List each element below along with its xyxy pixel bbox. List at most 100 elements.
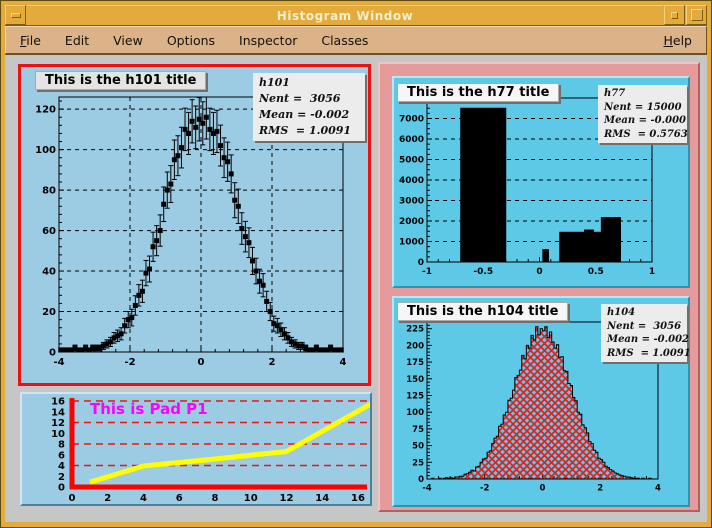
h101-stats-rms: RMS = 1.0091 <box>259 123 359 139</box>
svg-text:7000: 7000 <box>399 115 424 125</box>
svg-text:6: 6 <box>58 450 65 461</box>
pad-h104[interactable]: -4 -2 0 2 4 0 25 50 75 100 125 150 175 200 225 This is… <box>392 296 690 507</box>
svg-text:2000: 2000 <box>399 217 424 227</box>
svg-text:8: 8 <box>212 493 219 504</box>
svg-text:4: 4 <box>58 461 65 472</box>
svg-text:80: 80 <box>42 186 56 197</box>
pad-right-container[interactable]: -1-0.500.5101000200030004000500060007000… <box>378 62 700 512</box>
p1-title: This is Pad P1 <box>90 400 208 418</box>
menubar: File Edit View Options Inspector Classes… <box>5 26 707 54</box>
h77-stats-box[interactable]: h77 Nent = 15000 Mean = -0.000 RMS = 0.5… <box>598 85 687 143</box>
svg-text:14: 14 <box>51 407 65 418</box>
svg-text:0: 0 <box>540 484 546 494</box>
svg-text:60: 60 <box>42 226 56 237</box>
svg-text:10: 10 <box>51 429 65 440</box>
svg-text:4: 4 <box>340 357 347 368</box>
histogram-window: Histogram Window File Edit View Options … <box>0 0 712 528</box>
h101-stats-nent: Nent = 3056 <box>259 91 359 107</box>
svg-text:0: 0 <box>58 483 65 494</box>
svg-text:25: 25 <box>412 458 424 468</box>
svg-text:5000: 5000 <box>399 156 424 166</box>
svg-text:4000: 4000 <box>399 176 424 186</box>
maximize-icon <box>691 9 703 21</box>
svg-text:4: 4 <box>140 493 147 504</box>
minimize-button[interactable] <box>664 5 685 25</box>
menu-item-file[interactable]: File <box>20 33 41 48</box>
svg-text:225: 225 <box>406 325 424 335</box>
menu-item-view[interactable]: View <box>113 33 143 48</box>
svg-text:8: 8 <box>58 440 65 451</box>
svg-text:50: 50 <box>412 442 424 452</box>
svg-text:0: 0 <box>198 357 205 368</box>
pad-h77[interactable]: -1-0.500.5101000200030004000500060007000… <box>392 76 690 288</box>
svg-text:120: 120 <box>35 105 56 116</box>
svg-text:0: 0 <box>418 475 424 485</box>
svg-text:16: 16 <box>51 397 65 408</box>
svg-text:40: 40 <box>42 267 56 278</box>
svg-text:125: 125 <box>406 391 424 401</box>
window-menu-icon <box>11 13 21 18</box>
svg-text:75: 75 <box>412 425 424 435</box>
svg-text:0.5: 0.5 <box>588 267 604 277</box>
svg-text:1: 1 <box>649 267 655 277</box>
h101-stats-mean: Mean = -0.002 <box>259 107 359 123</box>
h77-stats-name: h77 <box>604 87 681 101</box>
svg-text:2: 2 <box>269 357 276 368</box>
svg-text:16: 16 <box>351 493 365 504</box>
menu-item-help[interactable]: Help <box>663 33 692 48</box>
h77-stats-rms: RMS = 0.5763 <box>604 128 681 142</box>
svg-text:1000: 1000 <box>399 238 424 248</box>
svg-text:12: 12 <box>51 418 65 429</box>
h77-title[interactable]: This is the h77 title <box>397 83 559 102</box>
h101-stats-name: h101 <box>259 75 359 91</box>
h104-stats-name: h104 <box>607 306 681 320</box>
svg-text:2: 2 <box>597 484 603 494</box>
svg-text:-4: -4 <box>422 484 432 494</box>
svg-text:150: 150 <box>406 375 424 385</box>
titlebar: Histogram Window <box>5 5 707 26</box>
svg-text:100: 100 <box>406 408 424 418</box>
h77-stats-nent: Nent = 15000 <box>604 101 681 115</box>
svg-text:100: 100 <box>35 145 56 156</box>
svg-text:0: 0 <box>69 493 76 504</box>
window-menu-button[interactable] <box>5 5 26 25</box>
svg-text:12: 12 <box>280 493 294 504</box>
window-title: Histogram Window <box>27 5 663 25</box>
svg-text:-2: -2 <box>480 484 490 494</box>
pad-h101[interactable]: -4-2024020406080100120 This is the h101 … <box>18 64 371 386</box>
h77-stats-mean: Mean = -0.000 <box>604 114 681 128</box>
svg-text:200: 200 <box>406 341 424 351</box>
svg-text:-2: -2 <box>124 357 135 368</box>
svg-text:0: 0 <box>49 348 56 359</box>
menu-item-classes[interactable]: Classes <box>321 33 368 48</box>
svg-text:6000: 6000 <box>399 135 424 145</box>
svg-text:0: 0 <box>418 258 424 268</box>
h104-stats-box[interactable]: h104 Nent = 3056 Mean = -0.002 RMS = 1.0… <box>601 304 687 362</box>
h104-stats-nent: Nent = 3056 <box>607 320 681 334</box>
h101-title[interactable]: This is the h101 title <box>35 71 206 90</box>
pad-p1[interactable]: 02468101214160246810121416 This is Pad P… <box>20 392 372 506</box>
h77-series <box>461 108 621 262</box>
svg-text:10: 10 <box>244 493 258 504</box>
svg-text:175: 175 <box>406 358 424 368</box>
svg-text:14: 14 <box>315 493 329 504</box>
svg-text:2: 2 <box>104 493 111 504</box>
svg-text:-1: -1 <box>422 267 432 277</box>
maximize-button[interactable] <box>686 5 707 25</box>
h104-stats-mean: Mean = -0.002 <box>607 333 681 347</box>
minimize-icon <box>671 12 678 19</box>
h104-stats-rms: RMS = 1.0091 <box>607 347 681 361</box>
h104-title[interactable]: This is the h104 title <box>397 302 568 321</box>
svg-text:4: 4 <box>655 484 661 494</box>
menu-item-inspector[interactable]: Inspector <box>239 33 297 48</box>
root-canvas[interactable]: -4-2024020406080100120 This is the h101 … <box>5 54 707 522</box>
svg-text:2: 2 <box>58 472 65 483</box>
menu-item-edit[interactable]: Edit <box>65 33 89 48</box>
svg-text:20: 20 <box>42 307 56 318</box>
h101-stats-box[interactable]: h101 Nent = 3056 Mean = -0.002 RMS = 1.0… <box>253 73 365 141</box>
menu-item-options[interactable]: Options <box>167 33 215 48</box>
svg-text:6: 6 <box>176 493 183 504</box>
svg-text:-4: -4 <box>53 357 64 368</box>
svg-text:0: 0 <box>536 267 542 277</box>
svg-text:-0.5: -0.5 <box>473 267 493 277</box>
